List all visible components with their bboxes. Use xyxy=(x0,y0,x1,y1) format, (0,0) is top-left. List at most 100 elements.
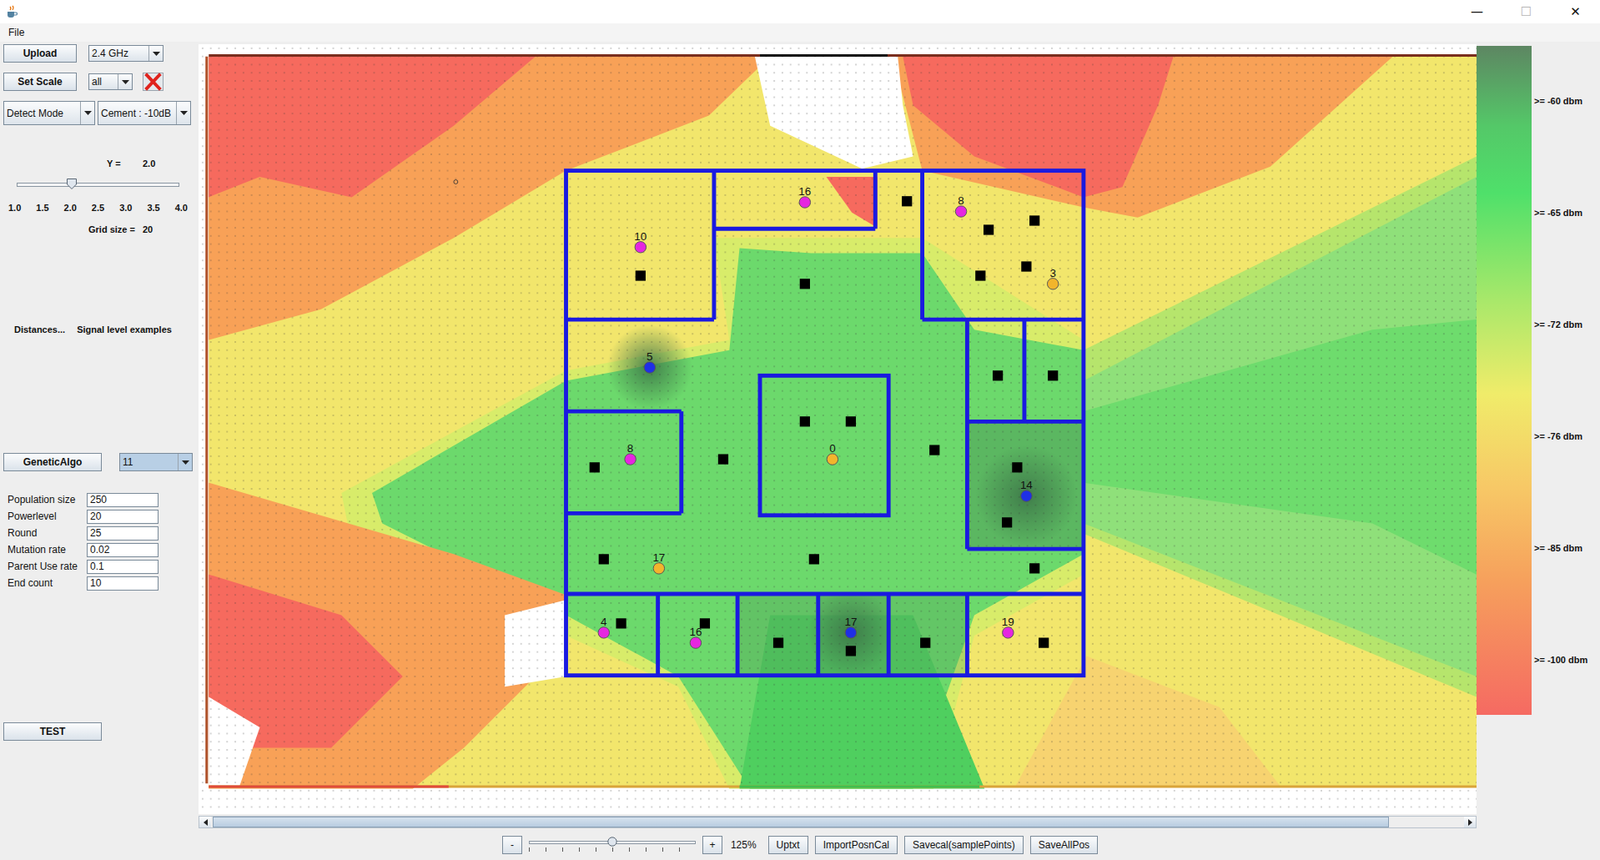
dropdown-arrow-icon xyxy=(181,460,190,465)
wall xyxy=(873,171,878,230)
wall xyxy=(711,171,716,320)
zoom-in-button[interactable]: + xyxy=(702,835,723,855)
upload-button[interactable]: Upload xyxy=(3,44,77,63)
detect-mode-select[interactable]: Detect Mode xyxy=(3,100,96,126)
zoom-out-button[interactable]: - xyxy=(502,835,523,855)
access-point[interactable]: 0 xyxy=(826,442,838,465)
sample-point[interactable] xyxy=(845,416,856,427)
map-border xyxy=(208,784,1477,788)
grid-size-readout: Grid size =20 xyxy=(0,222,197,237)
wall xyxy=(965,319,970,549)
sample-point[interactable] xyxy=(773,638,784,649)
parameter-field[interactable]: 0.1 xyxy=(86,559,159,574)
y-slider[interactable] xyxy=(16,178,180,191)
sample-point[interactable] xyxy=(1038,638,1049,649)
sample-point[interactable] xyxy=(1029,563,1040,574)
sample-point[interactable] xyxy=(589,462,600,473)
sample-point[interactable] xyxy=(1011,462,1022,473)
sample-point[interactable] xyxy=(975,270,986,281)
sample-point[interactable] xyxy=(983,224,994,235)
sample-point[interactable] xyxy=(718,453,729,464)
test-button[interactable]: TEST xyxy=(3,722,102,741)
parameter-field[interactable]: 20 xyxy=(86,509,159,524)
sample-point[interactable] xyxy=(920,638,931,649)
toolbar-button[interactable]: SaveAllPos xyxy=(1030,835,1098,855)
access-point[interactable]: 14 xyxy=(1020,478,1033,502)
parameter-field[interactable]: 0.02 xyxy=(86,543,159,558)
sample-point[interactable] xyxy=(901,196,912,207)
menu-item[interactable]: File xyxy=(6,26,26,39)
access-point[interactable]: 16 xyxy=(798,185,811,208)
wall xyxy=(886,593,891,676)
zoom-slider[interactable] xyxy=(528,836,696,854)
sample-point[interactable] xyxy=(845,645,856,656)
access-point[interactable]: 17 xyxy=(844,615,857,639)
access-point[interactable]: 19 xyxy=(1001,615,1015,639)
sample-point[interactable] xyxy=(992,370,1003,381)
access-point[interactable]: 3 xyxy=(1046,266,1058,290)
main-area: Upload 2.4 GHz Set Scale all Detect ModeCeme… xyxy=(0,41,1600,831)
access-point-label: 8 xyxy=(957,194,964,207)
access-point[interactable]: 5 xyxy=(644,350,655,373)
algo-select[interactable]: 11 xyxy=(119,452,193,472)
toolbar-button[interactable]: Savecal(samplePoints) xyxy=(904,835,1024,855)
wall xyxy=(566,591,1084,596)
access-point[interactable]: 8 xyxy=(624,442,636,465)
sample-point[interactable] xyxy=(615,618,626,629)
sample-point[interactable] xyxy=(1021,261,1032,272)
access-point[interactable]: 8 xyxy=(955,194,967,217)
zoom-level: 125% xyxy=(730,839,757,851)
wall xyxy=(815,593,821,676)
sample-point[interactable] xyxy=(800,278,811,289)
signal-legend: >= -60 dbm>= -65 dbm>= -72 dbm>= -76 dbm… xyxy=(1476,41,1600,831)
access-point-label: 17 xyxy=(844,615,857,629)
material-select[interactable]: Cement : -10dB xyxy=(97,100,192,126)
wall xyxy=(714,226,876,232)
set-scale-button[interactable]: Set Scale xyxy=(3,72,77,91)
info-links: Distances... Signal level examples xyxy=(0,322,197,337)
y-readout: Y =2.0 xyxy=(0,156,197,171)
sample-point[interactable] xyxy=(929,444,940,455)
sample-point[interactable] xyxy=(800,416,811,427)
legend-label: >= -72 dbm xyxy=(1534,317,1588,332)
sample-point[interactable] xyxy=(1029,215,1040,226)
genetic-algo-button[interactable]: GeneticAlgo xyxy=(3,452,102,472)
access-point-label: 19 xyxy=(1001,615,1015,629)
toolbar-button[interactable]: Uptxt xyxy=(768,835,809,855)
sample-point[interactable] xyxy=(1001,517,1012,528)
horizontal-scrollbar[interactable] xyxy=(198,815,1477,829)
toolbar-button[interactable]: ImportPosnCal xyxy=(815,835,898,855)
scale-select[interactable]: all xyxy=(88,73,133,91)
slider-tick-label: 3.0 xyxy=(119,201,132,214)
scroll-thumb[interactable] xyxy=(212,816,1389,828)
sample-point[interactable] xyxy=(1047,370,1058,381)
dropdown-arrow-icon xyxy=(121,80,130,85)
wall xyxy=(566,409,682,414)
band-select[interactable]: 2.4 GHz xyxy=(88,45,164,62)
window-control-button[interactable]: ☐ xyxy=(1501,0,1551,24)
parameter-row: Parent Use rate0.1 xyxy=(7,558,197,574)
info-link[interactable]: Signal level examples xyxy=(76,322,172,337)
window-control-button[interactable]: — xyxy=(1452,0,1502,24)
wall xyxy=(566,511,682,516)
access-point[interactable]: 10 xyxy=(633,230,647,253)
info-link[interactable]: Distances... xyxy=(14,322,66,337)
parameter-field[interactable]: 25 xyxy=(86,526,159,541)
parameter-field[interactable]: 250 xyxy=(86,493,159,508)
slider-thumb-icon[interactable] xyxy=(66,178,77,190)
scroll-right-icon[interactable] xyxy=(1468,819,1473,826)
access-point[interactable]: 16 xyxy=(689,625,702,649)
slider-thumb-icon[interactable] xyxy=(607,836,618,847)
access-point-label: 4 xyxy=(600,615,608,629)
sample-point[interactable] xyxy=(598,553,609,564)
heatmap-canvas[interactable]: 16 8 10 3 5 8 0 14 17 4 16 17 19 xyxy=(198,44,1477,815)
access-point-label: 14 xyxy=(1020,478,1033,492)
clear-x-icon[interactable] xyxy=(142,72,164,91)
sample-point[interactable] xyxy=(809,553,820,564)
scroll-left-icon[interactable] xyxy=(203,819,208,826)
access-point[interactable]: 4 xyxy=(598,615,609,639)
window-control-button[interactable]: ✕ xyxy=(1550,0,1600,24)
sample-point[interactable] xyxy=(635,270,646,281)
access-point[interactable]: 17 xyxy=(652,551,665,574)
parameter-field[interactable]: 10 xyxy=(86,576,159,591)
